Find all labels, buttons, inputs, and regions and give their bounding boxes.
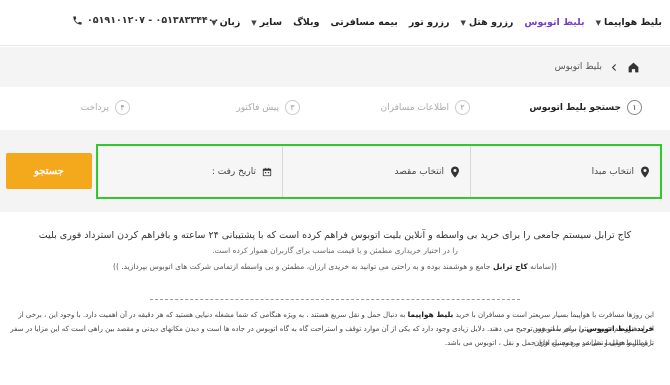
intro-line-3-post: جامع و هوشمند بوده و به راحتی می توانید … <box>113 262 491 271</box>
intro-line-3-pre: ((سامانه <box>530 262 557 271</box>
location-pin-icon <box>451 166 459 177</box>
breadcrumb: بلیط اتوبوس <box>0 47 670 87</box>
caret-down-icon: ▼ <box>251 18 257 27</box>
airline-ticket-link[interactable]: بلیط هواپیما <box>408 310 454 319</box>
bus-ticket-link[interactable]: خرید بلیط اتوبوس <box>587 324 654 333</box>
destination-select[interactable]: انتخاب مقصد <box>282 146 470 197</box>
para-1-pre: این روزها مسافرت با هواپیما بسیار سریعتر… <box>455 311 654 319</box>
step-number: ۴ <box>115 100 130 115</box>
phone-number: ۰۵۱۹۱۰۱۲۰۷ - ۰۵۱۳۸۳۳۴۴۰۰ <box>87 15 220 26</box>
search-panel: انتخاب مبدا انتخاب مقصد تاریخ رفت : جستج… <box>0 130 670 212</box>
intro-line-1: کاج ترابل سیستم جامعی را برای خرید بی وا… <box>38 230 632 241</box>
nav-item-0[interactable]: بلیط هواپیما ▼ <box>596 17 662 28</box>
intro-line-3: ((سامانه کاج ترابل جامع و هوشمند بوده و … <box>0 262 670 271</box>
step-label: اطلاعات مسافران <box>380 102 449 113</box>
step-label: جستجو بلیط اتوبوس <box>529 102 621 113</box>
step-invoice: ۳ پیش فاکتور <box>236 100 300 115</box>
description-section: کاج ترابل سیستم جامعی را برای خرید بی وا… <box>0 212 670 385</box>
nav-item-label: بیمه مسافرتی <box>330 17 398 28</box>
chevron-left-icon <box>611 63 617 71</box>
nav-item-2[interactable]: رزرو هتل ▼ <box>460 17 513 28</box>
breadcrumb-current[interactable]: بلیط اتوبوس <box>555 62 602 72</box>
step-number: ۳ <box>285 100 300 115</box>
calendar-icon <box>262 167 272 176</box>
date-label: تاریخ رفت : <box>211 166 256 177</box>
nav-item-label: بلیط اتوبوس <box>524 17 585 28</box>
step-label: پرداخت <box>80 102 109 113</box>
booking-steps: ۱ جستجو بلیط اتوبوس ۲ اطلاعات مسافران ۳ … <box>0 88 670 130</box>
nav-item-label: سایر <box>259 17 283 28</box>
caret-down-icon: ▼ <box>460 18 466 27</box>
main-menu: بلیط هواپیما ▼ بلیط اتوبوس رزرو هتل ▼ رزرو تو… <box>211 17 662 28</box>
brand-name: کاج ترابل <box>492 262 528 271</box>
location-pin-icon <box>641 166 649 177</box>
search-fields: انتخاب مبدا انتخاب مقصد تاریخ رفت : <box>96 144 662 199</box>
nav-item-6[interactable]: سایر ▼ <box>251 17 282 28</box>
origin-label: انتخاب مبدا <box>591 166 634 177</box>
nav-item-label: رزرو تور <box>408 17 450 28</box>
nav-item-label: وبلاگ <box>293 17 320 28</box>
step-label: پیش فاکتور <box>236 102 279 113</box>
step-payment: ۴ پرداخت <box>81 100 130 115</box>
nav-item-4[interactable]: بیمه مسافرتی <box>331 17 398 28</box>
phone-icon <box>73 16 82 25</box>
phone-contact: ۰۵۱۹۱۰۱۲۰۷ - ۰۵۱۳۸۳۳۴۴۰۰ <box>72 15 219 26</box>
divider <box>150 299 520 300</box>
origin-select[interactable]: انتخاب مبدا <box>470 146 660 197</box>
caret-down-icon: ▼ <box>595 18 602 27</box>
step-number: ۲ <box>455 100 470 115</box>
intro-line-2: را در اختیار خریداری مطمئن و با قیمت منا… <box>212 246 458 255</box>
nav-item-label: رزرو هتل <box>468 17 514 28</box>
nav-item-1[interactable]: بلیط اتوبوس <box>524 17 584 28</box>
article-paragraph-3: ترین بلیط حمل و نقل در بین وسیله های حمل… <box>444 339 654 347</box>
nav-item-5[interactable]: وبلاگ <box>293 17 319 28</box>
home-icon[interactable] <box>627 61 640 74</box>
search-button[interactable]: جستجو <box>6 153 92 189</box>
nav-item-label: زبان <box>219 17 241 28</box>
date-picker[interactable]: تاریخ رفت : <box>98 146 282 197</box>
step-search: ۱ جستجو بلیط اتوبوس <box>529 100 642 115</box>
step-passengers: ۲ اطلاعات مسافران <box>381 100 470 115</box>
top-navbar: بلیط هواپیما ▼ بلیط اتوبوس رزرو هتل ▼ رزرو تو… <box>0 0 670 46</box>
nav-item-label: بلیط هواپیما <box>604 17 662 28</box>
destination-label: انتخاب مقصد <box>394 166 444 177</box>
step-number: ۱ <box>627 100 642 115</box>
nav-item-3[interactable]: رزرو تور <box>409 17 450 28</box>
